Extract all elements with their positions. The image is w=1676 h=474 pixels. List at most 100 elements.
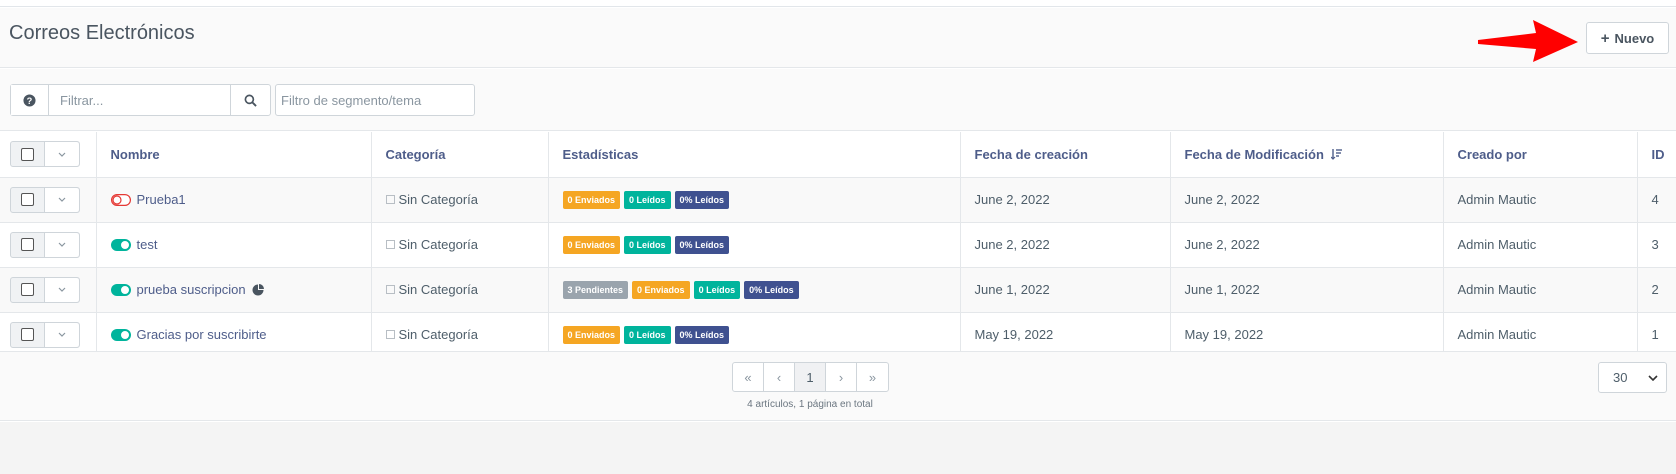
pagination-last[interactable]: » bbox=[857, 363, 888, 391]
email-name-link[interactable]: Prueba1 bbox=[137, 192, 186, 207]
column-header-name[interactable]: Nombre bbox=[96, 132, 372, 178]
column-header-id[interactable]: ID bbox=[1637, 132, 1676, 178]
select-all-checkbox[interactable] bbox=[21, 147, 34, 161]
table-row: test Sin Categoría 0 Enviados 0 Leídos 0% … bbox=[0, 222, 1676, 268]
row-select-control[interactable] bbox=[10, 231, 80, 258]
published-toggle-icon[interactable] bbox=[110, 283, 131, 296]
stat-badge[interactable]: 0 Enviados bbox=[562, 325, 621, 344]
row-actions-dropdown[interactable] bbox=[45, 232, 79, 257]
row-actions-dropdown[interactable] bbox=[45, 277, 79, 302]
email-id: 3 bbox=[1637, 222, 1676, 268]
table-header-row: Nombre Categoría Estadísticas Fecha de c… bbox=[0, 132, 1676, 178]
category-cell: Sin Categoría bbox=[371, 177, 549, 223]
published-toggle-icon[interactable] bbox=[110, 328, 131, 341]
segment-filter-input[interactable] bbox=[275, 84, 475, 116]
stat-badge[interactable]: 0 Enviados bbox=[562, 190, 621, 209]
column-header-modified-label: Fecha de Modificación bbox=[1184, 146, 1324, 162]
email-name-link[interactable]: test bbox=[137, 237, 158, 252]
question-circle-icon: ? bbox=[23, 93, 36, 107]
category-label: Sin Categoría bbox=[398, 327, 479, 342]
column-header-created-by[interactable]: Creado por bbox=[1443, 132, 1638, 178]
category-cell: Sin Categoría bbox=[371, 267, 549, 313]
new-email-button[interactable]: + Nuevo bbox=[1586, 22, 1669, 54]
per-page-select[interactable]: 30 bbox=[1598, 362, 1667, 393]
name-cell: prueba suscripcion bbox=[96, 267, 372, 313]
stat-badge[interactable]: 0% Leídos bbox=[674, 190, 730, 209]
stat-badge[interactable]: 0 Leídos bbox=[624, 235, 671, 254]
stats-cell: 0 Enviados 0 Leídos 0% Leídos bbox=[548, 177, 961, 223]
row-select-control[interactable] bbox=[10, 186, 80, 213]
chevron-down-icon bbox=[58, 197, 66, 202]
stats-cell: 0 Enviados 0 Leídos 0% Leídos bbox=[548, 222, 961, 268]
stat-badge[interactable]: 0% Leídos bbox=[674, 235, 730, 254]
row-actions-dropdown[interactable] bbox=[45, 322, 79, 347]
pagination-page-1[interactable]: 1 bbox=[795, 363, 826, 391]
row-checkbox[interactable] bbox=[21, 238, 34, 251]
stat-badge[interactable]: 0% Leídos bbox=[674, 325, 730, 344]
table-row: Prueba1 Sin Categoría 0 Enviados 0 Leídos… bbox=[0, 177, 1676, 223]
new-email-button-label: Nuevo bbox=[1614, 30, 1655, 46]
stat-badge[interactable]: 0 Leídos bbox=[693, 280, 741, 299]
plus-icon: + bbox=[1600, 29, 1610, 47]
search-icon bbox=[244, 94, 257, 107]
category-color-icon bbox=[385, 240, 395, 249]
top-border bbox=[0, 0, 1676, 7]
pagination-prev[interactable]: ‹ bbox=[764, 363, 795, 391]
row-actions-dropdown[interactable] bbox=[45, 187, 79, 212]
stat-badge[interactable]: 0 Enviados bbox=[632, 280, 690, 299]
select-all-cell bbox=[0, 132, 97, 178]
created-date: June 2, 2022 bbox=[960, 177, 1171, 223]
bulk-actions-dropdown[interactable] bbox=[45, 142, 79, 167]
email-id: 2 bbox=[1637, 267, 1676, 313]
pagination-info: 4 artículos, 1 página en total bbox=[747, 399, 873, 410]
created-date: June 2, 2022 bbox=[960, 222, 1171, 268]
published-toggle-icon[interactable] bbox=[110, 238, 131, 251]
search-help-button[interactable]: ? bbox=[11, 85, 49, 115]
column-header-stats: Estadísticas bbox=[548, 132, 961, 178]
row-select-cell bbox=[0, 222, 97, 268]
sort-desc-icon bbox=[1330, 148, 1342, 160]
row-checkbox[interactable] bbox=[21, 328, 34, 341]
column-header-category[interactable]: Categoría bbox=[371, 132, 549, 178]
select-all-control[interactable] bbox=[10, 141, 80, 168]
name-cell: Prueba1 bbox=[96, 177, 372, 223]
page-bottom bbox=[0, 422, 1676, 474]
stat-badge[interactable]: 3 Pendientes bbox=[562, 280, 629, 299]
email-id: 4 bbox=[1637, 177, 1676, 223]
unpublished-toggle-icon[interactable] bbox=[110, 193, 131, 206]
pagination-first[interactable]: « bbox=[733, 363, 764, 391]
category-color-icon bbox=[385, 330, 395, 339]
row-checkbox[interactable] bbox=[21, 283, 34, 296]
created-by: Admin Mautic bbox=[1443, 267, 1638, 313]
row-checkbox[interactable] bbox=[21, 193, 34, 206]
category-color-icon bbox=[385, 195, 395, 204]
pagination: « ‹ 1 › » bbox=[732, 362, 889, 392]
stat-badge[interactable]: 0 Leídos bbox=[624, 190, 671, 209]
row-select-cell bbox=[0, 267, 97, 313]
chevron-down-icon bbox=[58, 332, 66, 337]
table-row: prueba suscripcion Sin Categoría 3 Pendi… bbox=[0, 267, 1676, 313]
chevron-down-icon bbox=[1648, 374, 1658, 381]
stats-cell: 3 Pendientes 0 Enviados 0 Leídos 0% Leídos bbox=[548, 267, 961, 313]
search-button[interactable] bbox=[230, 85, 270, 115]
email-name-link[interactable]: prueba suscripcion bbox=[137, 282, 246, 297]
filter-toolbar: ? bbox=[0, 69, 1676, 131]
pie-chart-icon bbox=[252, 283, 264, 295]
stat-badge[interactable]: 0 Enviados bbox=[562, 235, 621, 254]
red-arrow-annotation bbox=[1478, 20, 1578, 62]
stat-badge[interactable]: 0% Leídos bbox=[744, 280, 799, 299]
name-cell: test bbox=[96, 222, 372, 268]
row-select-control[interactable] bbox=[10, 276, 80, 303]
category-label: Sin Categoría bbox=[398, 192, 479, 207]
email-name-link[interactable]: Gracias por suscribirte bbox=[137, 327, 267, 342]
search-input[interactable] bbox=[49, 85, 230, 115]
created-by: Admin Mautic bbox=[1443, 177, 1638, 223]
column-header-modified[interactable]: Fecha de Modificación bbox=[1170, 132, 1444, 178]
created-by: Admin Mautic bbox=[1443, 222, 1638, 268]
category-label: Sin Categoría bbox=[398, 237, 479, 252]
stat-badge[interactable]: 0 Leídos bbox=[624, 325, 671, 344]
column-header-created[interactable]: Fecha de creación bbox=[960, 132, 1171, 178]
row-select-control[interactable] bbox=[10, 321, 80, 348]
row-select-cell bbox=[0, 177, 97, 223]
pagination-next[interactable]: › bbox=[826, 363, 857, 391]
